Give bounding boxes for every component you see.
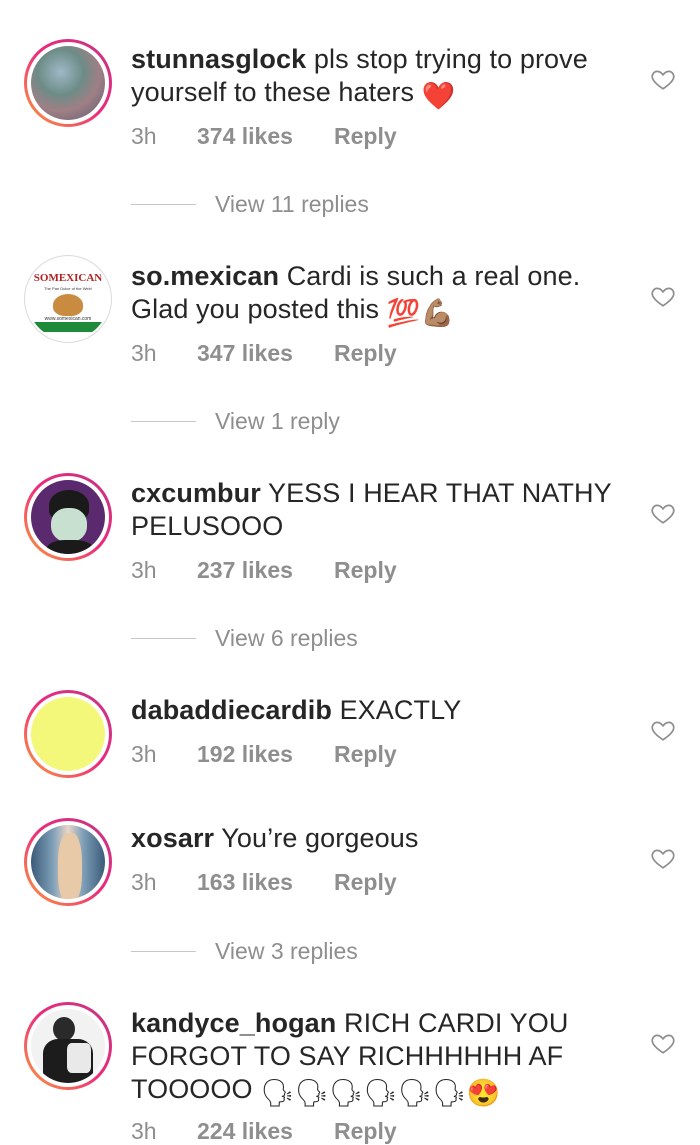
- comment-likes[interactable]: 347 likes: [197, 340, 334, 367]
- view-replies-button[interactable]: View 11 replies: [131, 191, 369, 218]
- comment-username[interactable]: cxcumbur: [131, 478, 261, 508]
- comment-username[interactable]: stunnasglock: [131, 44, 306, 74]
- comment-time: 3h: [131, 123, 157, 149]
- comment-text: EXACTLY: [339, 695, 462, 725]
- reply-button[interactable]: Reply: [334, 869, 397, 896]
- avatar[interactable]: [24, 690, 112, 778]
- comment-time: 3h: [131, 869, 157, 895]
- view-replies-label: View 3 replies: [215, 938, 358, 964]
- comment-meta: 3h 163 likes Reply: [131, 869, 397, 896]
- comment-username[interactable]: kandyce_hogan: [131, 1008, 336, 1038]
- heart-outline-icon[interactable]: [650, 717, 676, 743]
- reply-button[interactable]: Reply: [334, 557, 397, 584]
- comment-time: 3h: [131, 1118, 157, 1144]
- avatar-logo-figure: [53, 294, 83, 316]
- comment-body: cxcumbur YESS I HEAR THAT NATHY PELUSOOO: [131, 477, 630, 543]
- view-replies-button[interactable]: View 1 reply: [131, 408, 340, 435]
- divider: [131, 951, 196, 952]
- avatar-garment: [67, 1043, 91, 1073]
- heart-outline-icon[interactable]: [650, 845, 676, 871]
- view-replies-label: View 11 replies: [215, 191, 369, 217]
- avatar-logo-text: SOMEXICAN: [33, 272, 103, 284]
- comment-meta: 3h 374 likes Reply: [131, 123, 397, 150]
- comment-body: kandyce_hogan RICH CARDI YOU FORGOT TO S…: [131, 1007, 630, 1110]
- divider: [131, 204, 196, 205]
- avatar[interactable]: [24, 818, 112, 906]
- comment-body: dabaddiecardib EXACTLY: [131, 694, 630, 727]
- heart-outline-icon[interactable]: [650, 500, 676, 526]
- reply-button[interactable]: Reply: [334, 1118, 397, 1145]
- comment-emoji: 🗣🗣🗣🗣🗣🗣😍: [260, 1078, 501, 1108]
- avatar[interactable]: [24, 473, 112, 561]
- view-replies-button[interactable]: View 3 replies: [131, 938, 358, 965]
- comment-body: xosarr You’re gorgeous: [131, 822, 630, 855]
- comment-time: 3h: [131, 557, 157, 583]
- heart-outline-icon[interactable]: [650, 66, 676, 92]
- comment-likes[interactable]: 237 likes: [197, 557, 334, 584]
- heart-outline-icon[interactable]: [650, 283, 676, 309]
- avatar-logo-band: [27, 322, 109, 332]
- comment-emoji: 💯💪🏽: [386, 298, 455, 328]
- comment-username[interactable]: xosarr: [131, 823, 214, 853]
- avatar-logo-subtext: The Pan Dulce of the Web!: [44, 286, 92, 291]
- comment-meta: 3h 347 likes Reply: [131, 340, 397, 367]
- view-replies-label: View 1 reply: [215, 408, 340, 434]
- comment-body: so.mexican Cardi is such a real one. Gla…: [131, 260, 630, 330]
- divider: [131, 638, 196, 639]
- comment-meta: 3h 192 likes Reply: [131, 741, 397, 768]
- comment-emoji: ❤️: [421, 81, 456, 111]
- avatar-figure: [58, 833, 82, 899]
- avatar-head: [53, 1017, 75, 1041]
- comment-time: 3h: [131, 340, 157, 366]
- avatar-logo-url: www.somexican.com: [44, 316, 92, 322]
- comment-likes[interactable]: 192 likes: [197, 741, 334, 768]
- avatar[interactable]: [24, 39, 112, 127]
- divider: [131, 421, 196, 422]
- avatar-body: [47, 540, 93, 554]
- view-replies-button[interactable]: View 6 replies: [131, 625, 358, 652]
- avatar-face: [51, 508, 87, 542]
- comment-likes[interactable]: 163 likes: [197, 869, 334, 896]
- view-replies-label: View 6 replies: [215, 625, 358, 651]
- avatar[interactable]: [24, 1002, 112, 1090]
- avatar[interactable]: SOMEXICAN The Pan Dulce of the Web! www.…: [24, 255, 112, 343]
- reply-button[interactable]: Reply: [334, 741, 397, 768]
- comment-time: 3h: [131, 741, 157, 767]
- comment-username[interactable]: so.mexican: [131, 261, 279, 291]
- comment-likes[interactable]: 224 likes: [197, 1118, 334, 1145]
- reply-button[interactable]: Reply: [334, 340, 397, 367]
- comment-body: stunnasglock pls stop trying to prove yo…: [131, 43, 630, 113]
- comment-meta: 3h 224 likes Reply: [131, 1118, 397, 1145]
- comment-text: You’re gorgeous: [221, 823, 419, 853]
- heart-outline-icon[interactable]: [650, 1030, 676, 1056]
- comment-meta: 3h 237 likes Reply: [131, 557, 397, 584]
- comment-username[interactable]: dabaddiecardib: [131, 695, 332, 725]
- reply-button[interactable]: Reply: [334, 123, 397, 150]
- comment-likes[interactable]: 374 likes: [197, 123, 334, 150]
